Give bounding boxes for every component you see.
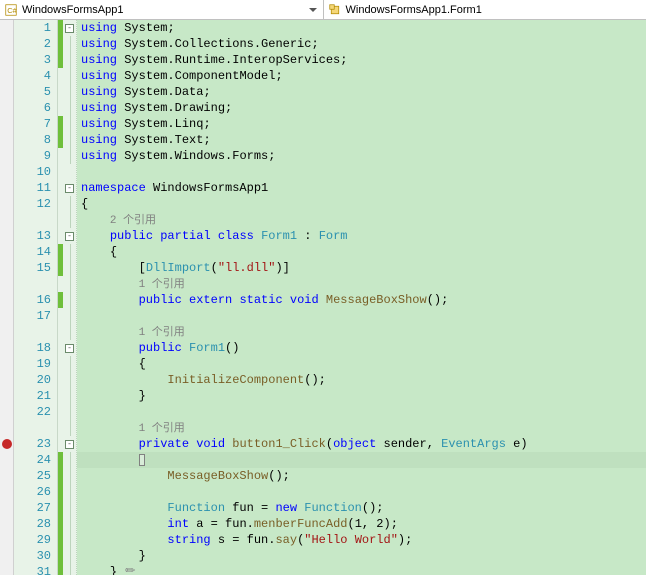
- nav-bar: C# WindowsFormsApp1 WindowsFormsApp1.For…: [0, 0, 646, 20]
- code-line[interactable]: MessageBoxShow();: [77, 468, 646, 484]
- pencil-icon: ✎: [122, 562, 136, 575]
- code-line[interactable]: }: [77, 388, 646, 404]
- code-line[interactable]: int a = fun.menberFuncAdd(1, 2);: [77, 516, 646, 532]
- class-icon: [328, 3, 342, 17]
- project-dropdown[interactable]: C# WindowsFormsApp1: [0, 0, 324, 19]
- code-line[interactable]: using System.Drawing;: [77, 100, 646, 116]
- code-line[interactable]: [77, 164, 646, 180]
- code-line[interactable]: using System;: [77, 20, 646, 36]
- code-line[interactable]: {: [77, 356, 646, 372]
- code-line[interactable]: using System.Windows.Forms;: [77, 148, 646, 164]
- collapse-box-icon[interactable]: -: [65, 344, 74, 353]
- code-editor[interactable]: 1 2 3 4 5 6 7 8 9 10 11 12 13 14 15 16 1…: [0, 20, 646, 575]
- caret-icon: [139, 454, 145, 466]
- collapse-box-icon[interactable]: -: [65, 440, 74, 449]
- code-line[interactable]: private void button1_Click(object sender…: [77, 436, 646, 452]
- code-line[interactable]: [77, 452, 646, 468]
- outlining-gutter[interactable]: - - - - -: [63, 20, 77, 575]
- code-area[interactable]: using System; using System.Collections.G…: [77, 20, 646, 575]
- code-line[interactable]: [77, 484, 646, 500]
- code-line[interactable]: }: [77, 548, 646, 564]
- codelens-line[interactable]: 2 个引用: [77, 212, 646, 228]
- code-line[interactable]: Function fun = new Function();: [77, 500, 646, 516]
- code-line[interactable]: using System.Runtime.InteropServices;: [77, 52, 646, 68]
- breakpoint-icon: [2, 439, 12, 449]
- code-line[interactable]: InitializeComponent();: [77, 372, 646, 388]
- code-line[interactable]: {: [77, 244, 646, 260]
- codelens-line[interactable]: 1 个引用: [77, 276, 646, 292]
- line-number-gutter: 1 2 3 4 5 6 7 8 9 10 11 12 13 14 15 16 1…: [14, 20, 58, 575]
- code-line[interactable]: using System.Data;: [77, 84, 646, 100]
- svg-text:C#: C#: [7, 6, 17, 15]
- code-line[interactable]: using System.Linq;: [77, 116, 646, 132]
- code-line[interactable]: namespace WindowsFormsApp1: [77, 180, 646, 196]
- code-line[interactable]: {: [77, 196, 646, 212]
- class-dropdown[interactable]: WindowsFormsApp1.Form1: [324, 0, 646, 19]
- code-line[interactable]: public Form1(): [77, 340, 646, 356]
- breakpoint-marker[interactable]: [0, 436, 13, 452]
- breakpoint-gutter[interactable]: [0, 20, 14, 575]
- code-line[interactable]: string s = fun.say("Hello World");: [77, 532, 646, 548]
- code-line[interactable]: using System.ComponentModel;: [77, 68, 646, 84]
- code-line[interactable]: public extern static void MessageBoxShow…: [77, 292, 646, 308]
- collapse-box-icon[interactable]: -: [65, 184, 74, 193]
- code-line[interactable]: using System.Text;: [77, 132, 646, 148]
- code-line[interactable]: } ✎: [77, 564, 646, 575]
- chevron-down-icon: [309, 8, 317, 12]
- class-name-label: WindowsFormsApp1.Form1: [346, 4, 482, 16]
- codelens-line[interactable]: 1 个引用: [77, 420, 646, 436]
- code-line[interactable]: [DllImport("ll.dll")]: [77, 260, 646, 276]
- code-line[interactable]: [77, 308, 646, 324]
- csharp-project-icon: C#: [4, 3, 18, 17]
- code-line[interactable]: using System.Collections.Generic;: [77, 36, 646, 52]
- code-line[interactable]: public partial class Form1 : Form: [77, 228, 646, 244]
- codelens-line[interactable]: 1 个引用: [77, 324, 646, 340]
- collapse-box-icon[interactable]: -: [65, 24, 74, 33]
- project-name-label: WindowsFormsApp1: [22, 4, 123, 16]
- code-line[interactable]: [77, 404, 646, 420]
- collapse-box-icon[interactable]: -: [65, 232, 74, 241]
